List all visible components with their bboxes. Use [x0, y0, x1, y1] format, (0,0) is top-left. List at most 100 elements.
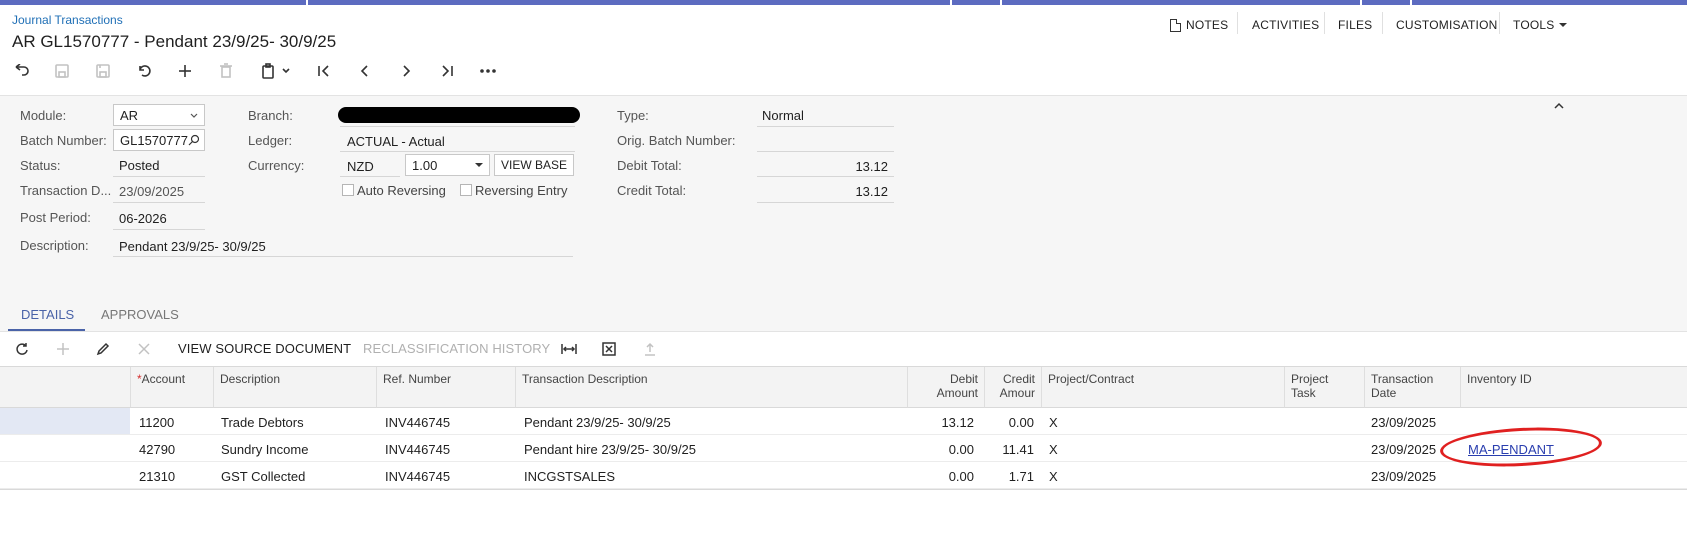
field-underline	[340, 176, 400, 177]
last-record-button[interactable]	[436, 60, 458, 82]
table-row[interactable]: 21310 GST Collected INV446745 INCGSTSALE…	[0, 462, 1687, 489]
more-button[interactable]	[477, 60, 499, 82]
pencil-icon	[96, 342, 110, 356]
column-header-description[interactable]: Description	[214, 367, 377, 408]
files-label: FILES	[1338, 18, 1373, 32]
cell-credit[interactable]: 11.41	[985, 442, 1034, 457]
collapse-icon[interactable]	[1553, 101, 1565, 111]
column-header-transaction-date[interactable]: Transaction Date	[1365, 367, 1461, 408]
cell-account[interactable]: 11200	[139, 415, 174, 430]
reclassification-history-button[interactable]: RECLASSIFICATION HISTORY	[363, 341, 550, 356]
next-record-button[interactable]	[395, 60, 417, 82]
column-header-inventory-id[interactable]: Inventory ID	[1461, 367, 1687, 408]
table-row[interactable]: 11200 Trade Debtors INV446745 Pendant 23…	[0, 408, 1687, 435]
field-underline	[113, 176, 205, 177]
tab-approvals[interactable]: APPROVALS	[101, 307, 179, 322]
cell-transaction-date: 23/09/2025	[1371, 469, 1437, 484]
add-icon	[57, 343, 69, 355]
tools-button[interactable]: TOOLS	[1513, 18, 1568, 32]
column-header-debit-amount[interactable]: Debit Amount	[908, 367, 985, 408]
fit-columns-button[interactable]	[559, 340, 579, 358]
search-icon[interactable]	[188, 134, 200, 146]
refresh-icon	[16, 343, 28, 355]
undo-button[interactable]	[133, 60, 155, 82]
upload-button[interactable]	[640, 340, 660, 358]
ledger-value[interactable]: ACTUAL - Actual	[347, 134, 445, 149]
activities-button[interactable]: ACTIVITIES	[1252, 18, 1319, 32]
column-header-transaction-description[interactable]: Transaction Description	[516, 367, 908, 408]
first-record-button[interactable]	[313, 60, 335, 82]
row-selector[interactable]	[0, 462, 130, 488]
cell-transaction-description[interactable]: Pendant 23/9/25- 30/9/25	[524, 415, 671, 430]
notes-label: NOTES	[1186, 18, 1229, 32]
excel-icon	[602, 342, 616, 356]
back-button[interactable]	[10, 60, 32, 82]
notes-button[interactable]: NOTES	[1170, 18, 1228, 32]
currency-rate-select[interactable]: 1.00	[405, 154, 490, 176]
save-button[interactable]	[92, 60, 114, 82]
reversing-entry-checkbox[interactable]	[460, 184, 472, 196]
cell-project[interactable]: X	[1049, 442, 1058, 457]
copy-paste-button[interactable]	[256, 60, 296, 82]
notes-icon	[1170, 18, 1181, 32]
edit-row-button[interactable]	[93, 340, 113, 358]
customisation-button[interactable]: CUSTOMISATION	[1396, 18, 1498, 32]
summary-form	[0, 95, 1687, 332]
row-selector[interactable]	[0, 435, 130, 461]
view-base-button[interactable]: VIEW BASE	[494, 154, 575, 176]
field-underline	[757, 126, 894, 127]
delete-button[interactable]	[215, 60, 237, 82]
cell-credit[interactable]: 0.00	[985, 415, 1034, 430]
previous-record-button[interactable]	[354, 60, 376, 82]
cell-ref-number: INV446745	[385, 469, 451, 484]
module-select[interactable]: AR	[113, 104, 205, 126]
column-header-credit-amount[interactable]: Credit Amour	[985, 367, 1042, 408]
column-header-account[interactable]: *Account	[131, 367, 214, 408]
view-source-document-button[interactable]: VIEW SOURCE DOCUMENT	[178, 341, 351, 356]
fit-width-icon	[561, 344, 577, 354]
column-header-project-task[interactable]: Project Task	[1285, 367, 1365, 408]
cell-debit[interactable]: 0.00	[908, 442, 974, 457]
cell-account[interactable]: 42790	[139, 442, 175, 457]
cell-transaction-description[interactable]: Pendant hire 23/9/25- 30/9/25	[524, 442, 696, 457]
cell-account[interactable]: 21310	[139, 469, 175, 484]
cell-project[interactable]: X	[1049, 415, 1058, 430]
delete-row-button[interactable]	[134, 340, 154, 358]
status-label: Status:	[20, 158, 61, 173]
cell-transaction-description[interactable]: INCGSTSALES	[524, 469, 615, 484]
save-close-button[interactable]	[51, 60, 73, 82]
column-header-ref-number[interactable]: Ref. Number	[377, 367, 516, 408]
column-header-project-contract[interactable]: Project/Contract	[1042, 367, 1285, 408]
cell-credit[interactable]: 1.71	[985, 469, 1034, 484]
tab-details[interactable]: DETAILS	[21, 307, 74, 322]
credit-total-label: Credit Total:	[617, 183, 687, 198]
debit-total-label: Debit Total:	[617, 158, 682, 173]
table-row[interactable]: 42790 Sundry Income INV446745 Pendant hi…	[0, 435, 1687, 462]
type-value: Normal	[762, 108, 804, 123]
export-excel-button[interactable]	[599, 340, 619, 358]
cell-debit[interactable]: 13.12	[908, 415, 974, 430]
cell-ref-number: INV446745	[385, 415, 451, 430]
cell-transaction-date: 23/09/2025	[1371, 415, 1437, 430]
description-value[interactable]: Pendant 23/9/25- 30/9/25	[119, 239, 266, 254]
cell-debit[interactable]: 0.00	[908, 469, 974, 484]
field-underline	[757, 202, 894, 203]
row-selector[interactable]	[0, 408, 130, 434]
batch-number-field[interactable]: GL1570777	[113, 129, 205, 151]
auto-reversing-checkbox[interactable]	[342, 184, 354, 196]
post-period-value[interactable]: 06-2026	[119, 211, 167, 226]
files-button[interactable]: FILES	[1338, 18, 1372, 32]
refresh-button[interactable]	[12, 340, 32, 358]
branch-label: Branch:	[248, 108, 293, 123]
add-button[interactable]	[174, 60, 196, 82]
cell-description: Trade Debtors	[221, 415, 304, 430]
currency-rate-value: 1.00	[412, 158, 438, 173]
description-label: Description:	[20, 238, 89, 253]
cell-project[interactable]: X	[1049, 469, 1058, 484]
currency-value[interactable]: NZD	[347, 159, 374, 174]
currency-label: Currency:	[248, 158, 305, 173]
add-row-button[interactable]	[53, 340, 73, 358]
menu-divider	[1499, 12, 1500, 34]
breadcrumb[interactable]: Journal Transactions	[12, 13, 123, 27]
chevron-down-icon	[190, 113, 198, 118]
